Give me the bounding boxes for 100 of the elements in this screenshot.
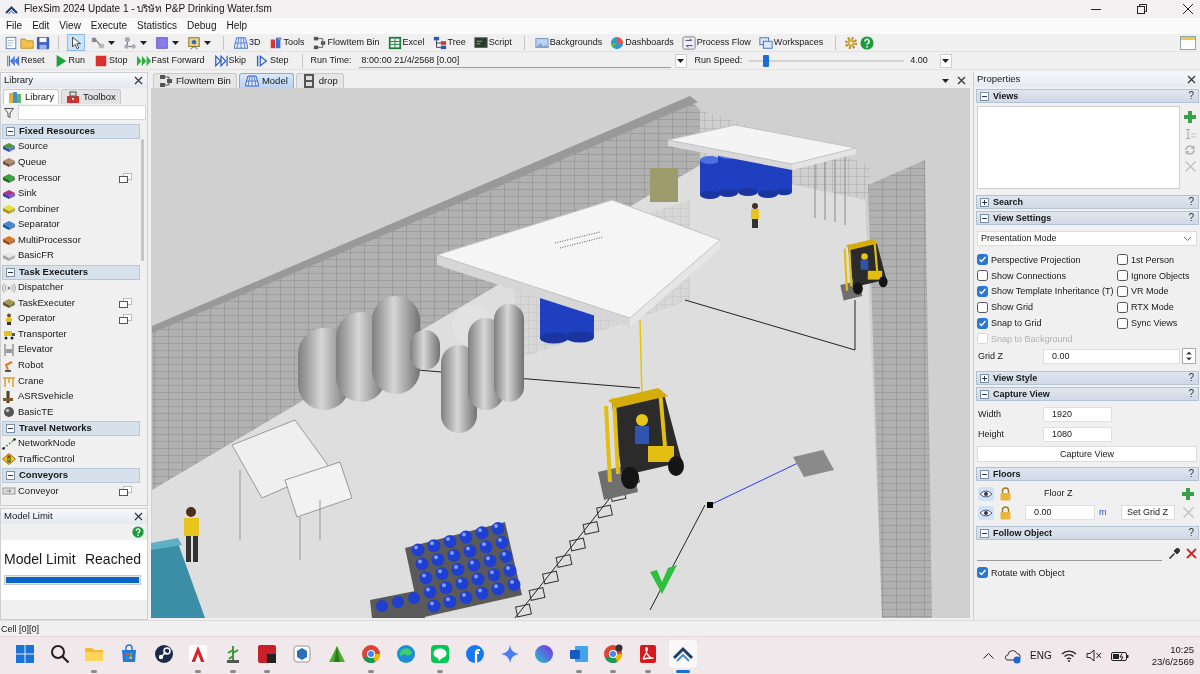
menu-item[interactable]: Execute	[85, 18, 132, 34]
height-field[interactable]: 1080	[1043, 427, 1112, 442]
menu-item[interactable]: Help	[221, 18, 253, 34]
library-item[interactable]: Operator	[1, 310, 141, 327]
process-flow-button[interactable]: Process Flow	[679, 34, 753, 51]
checkbox[interactable]	[1117, 270, 1128, 282]
close-icon[interactable]	[957, 76, 966, 85]
tool-button[interactable]	[121, 34, 149, 51]
menu-item[interactable]: File	[1, 18, 28, 34]
section-header[interactable]: Floors ?	[976, 467, 1199, 481]
library-item[interactable]: Elevator	[1, 342, 141, 358]
checkbox-label[interactable]: Rotate with Object	[991, 567, 1065, 579]
settings-icon[interactable]	[844, 35, 859, 50]
overlapping-squares-icon[interactable]	[119, 173, 132, 183]
section-header[interactable]: Search ?	[976, 195, 1199, 209]
menu-item[interactable]: Statistics	[132, 18, 182, 34]
run-time-field[interactable]: 8:00:00 21/4/2568 [0.00]	[358, 53, 671, 68]
help-icon[interactable]	[132, 526, 144, 538]
dropdown-button[interactable]	[674, 53, 687, 68]
tile-logo-icon[interactable]	[257, 643, 278, 664]
start-icon[interactable]	[15, 643, 36, 664]
help-link[interactable]: ?	[1188, 469, 1194, 479]
scrollbar-thumb[interactable]	[141, 139, 144, 261]
close-icon[interactable]	[134, 512, 143, 521]
floor-z-field[interactable]: 0.00	[1025, 505, 1095, 520]
dashboards-button[interactable]: Dashboards	[608, 34, 676, 51]
library-item[interactable]: Robot	[1, 357, 141, 374]
run-button[interactable]: Run	[51, 52, 88, 69]
dropdown-button[interactable]	[939, 53, 952, 68]
plus-box-icon[interactable]	[980, 197, 989, 207]
help-link[interactable]: ?	[1188, 213, 1194, 223]
minus-box-icon[interactable]	[6, 127, 15, 136]
caret-icon[interactable]	[942, 78, 949, 83]
stop-button[interactable]: Stop	[92, 52, 130, 69]
reset-button[interactable]: Reset	[4, 52, 47, 69]
minus-box-icon[interactable]	[980, 469, 989, 479]
document-logo-icon[interactable]	[568, 643, 589, 664]
library-item[interactable]: Queue	[1, 154, 141, 171]
library-item[interactable]: Combiner	[1, 201, 141, 217]
slider-thumb[interactable]	[762, 54, 769, 67]
disc-logo-icon[interactable]	[153, 643, 174, 664]
minus-box-icon[interactable]	[6, 267, 15, 277]
script-button[interactable]: Script	[471, 34, 514, 51]
close-icon[interactable]	[1183, 4, 1193, 14]
checkbox[interactable]	[977, 254, 988, 266]
battery-icon[interactable]	[1110, 649, 1129, 662]
ring-logo-icon[interactable]	[603, 643, 624, 664]
padlock-icon[interactable]	[999, 486, 1012, 501]
checkbox-label[interactable]: Snap to Grid	[991, 317, 1042, 329]
set-grid-z-button[interactable]: Set Grid Z	[1120, 505, 1175, 520]
tool-button[interactable]	[67, 34, 85, 51]
fast-forward-button[interactable]: Fast Forward	[134, 52, 207, 69]
save-icon[interactable]	[36, 35, 50, 50]
overlapping-squares-icon[interactable]	[119, 486, 132, 497]
menu-item[interactable]: Debug	[182, 18, 222, 34]
grid-z-field[interactable]: 0.00	[1043, 348, 1180, 364]
wifi-icon[interactable]	[1060, 649, 1077, 662]
new-document-icon[interactable]	[4, 35, 18, 50]
library-item[interactable]: Conveyor	[1, 483, 141, 499]
help-link[interactable]: ?	[1188, 373, 1194, 383]
tab[interactable]: Library	[3, 89, 60, 104]
close-icon[interactable]	[1187, 75, 1196, 84]
checkbox-label[interactable]: Show Grid	[991, 302, 1034, 313]
checkbox-label[interactable]: Perspective Projection	[991, 254, 1081, 266]
add-icon[interactable]	[1183, 110, 1197, 124]
checkbox-label[interactable]: VR Mode	[1131, 286, 1169, 297]
overlapping-squares-icon[interactable]	[119, 298, 132, 309]
checkbox-label[interactable]: Sync Views	[1131, 317, 1178, 329]
tree-button[interactable]: Tree	[430, 34, 468, 51]
circle-logo-icon[interactable]	[465, 643, 485, 664]
library-item[interactable]: NetworkNode	[1, 436, 141, 452]
menu-item[interactable]: View	[54, 18, 86, 34]
help-icon[interactable]	[860, 35, 875, 50]
warehouse-scene-drawing[interactable]	[151, 88, 970, 618]
checkbox[interactable]	[977, 567, 988, 579]
step-button[interactable]: Step	[253, 52, 291, 69]
restore-icon[interactable]	[1137, 4, 1147, 14]
eye-icon[interactable]	[978, 505, 994, 520]
minus-box-icon[interactable]	[6, 471, 15, 481]
section-header[interactable]: View Style ?	[976, 371, 1199, 385]
library-item[interactable]: ASRSvehicle	[1, 388, 141, 405]
eye-icon[interactable]	[978, 486, 994, 501]
library-item[interactable]: Separator	[1, 216, 141, 233]
library-item[interactable]: Source	[1, 139, 141, 155]
flowitem-bin-button[interactable]: FlowItem Bin	[310, 34, 382, 51]
excel-button[interactable]: Excel	[385, 34, 427, 51]
checkbox[interactable]	[977, 301, 988, 313]
add-icon[interactable]	[1181, 486, 1195, 501]
checkbox[interactable]	[1117, 317, 1128, 329]
clock-time[interactable]: 10:25	[1170, 643, 1194, 656]
category-header[interactable]: Travel Networks	[2, 421, 140, 437]
capture-view-button[interactable]: Capture View	[977, 446, 1197, 462]
3d-view-button[interactable]: 3D	[232, 34, 263, 51]
backgrounds-button[interactable]: Backgrounds	[532, 34, 605, 51]
checkbox-label[interactable]: RTX Mode	[1131, 302, 1174, 313]
chevron-logo-icon[interactable]	[667, 638, 698, 669]
clock-date[interactable]: 23/6/2569	[1151, 655, 1194, 668]
tool-button[interactable]	[185, 34, 213, 51]
checkbox[interactable]	[977, 270, 988, 282]
view-mode-dropdown[interactable]: Presentation Mode	[977, 231, 1197, 246]
